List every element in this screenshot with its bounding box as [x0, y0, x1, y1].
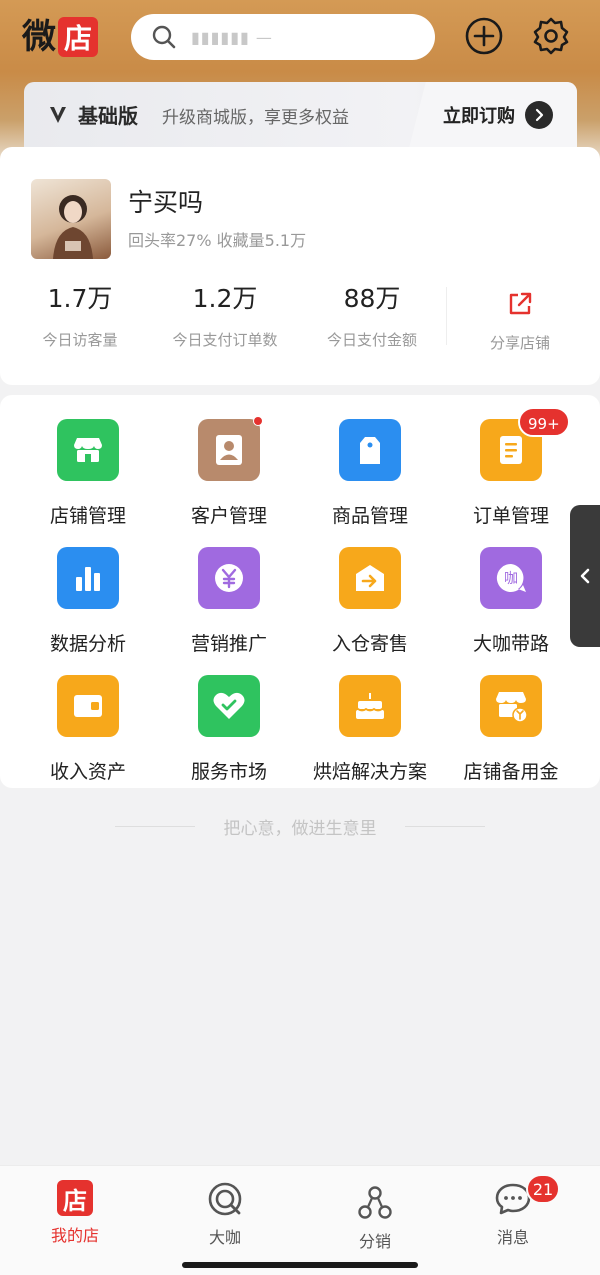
order-doc-icon: 99+: [480, 407, 570, 481]
chevron-left-icon: [580, 568, 590, 584]
grid-item-label: 订单管理: [472, 505, 549, 527]
vip-v-icon: [50, 107, 66, 123]
slogan-divider-right: [405, 826, 485, 827]
grid-item-label: 数据分析: [49, 633, 126, 655]
grid-item-product-management[interactable]: 商品管理: [295, 419, 445, 528]
tab-label: 消息: [496, 1228, 529, 1247]
stat-amount[interactable]: 88万 今日支付金额: [307, 283, 437, 350]
plan-description: 升级商城版，享更多权益: [162, 108, 349, 128]
grid-item-income-assets[interactable]: 收入资产: [13, 675, 163, 784]
stat-orders[interactable]: 1.2万 今日支付订单数: [160, 283, 290, 350]
stat-label: 今日支付金额: [326, 331, 417, 349]
stat-value: 1.7万: [47, 284, 113, 313]
grid-item-label: 服务市场: [190, 761, 267, 783]
grid-item-label: 店铺备用金: [463, 761, 559, 783]
message-count-badge: 21: [526, 1174, 560, 1204]
customer-icon: [198, 416, 263, 481]
slogan: 把心意，做进生意里: [223, 819, 377, 839]
store-stats-subtitle: 回头率27% 收藏量5.1万: [128, 231, 307, 250]
tab-label: 大咖: [208, 1228, 241, 1247]
stat-value: 1.2万: [192, 284, 258, 313]
plan-name: 基础版: [78, 104, 138, 128]
grid-item-store-management[interactable]: 店铺管理: [13, 419, 163, 528]
subscribe-button[interactable]: 立即订购: [409, 82, 577, 148]
heart-check-icon: [198, 675, 260, 737]
yen-coin-icon: [198, 547, 260, 609]
share-icon: [509, 292, 532, 315]
notification-dot: [253, 416, 263, 426]
store-icon: [57, 419, 119, 481]
divider: [446, 287, 447, 345]
store-avatar[interactable]: [31, 179, 111, 259]
home-indicator: [182, 1262, 418, 1268]
store-name: 宁买吗: [128, 188, 204, 217]
grid-item-label: 店铺管理: [49, 505, 126, 527]
grid-item-service-market[interactable]: 服务市场: [154, 675, 304, 784]
my-store-icon: 店: [57, 1180, 93, 1216]
tab-distribution[interactable]: 分销: [330, 1180, 420, 1252]
gear-icon[interactable]: [531, 16, 571, 56]
wallet-icon: [57, 675, 119, 737]
search-icon: [152, 25, 176, 49]
feature-grid-card: 店铺管理 客户管理 商品管理 99+ 订单管理 数据分析 营销推广 入仓寄售 咖…: [0, 395, 600, 788]
grid-item-marketing[interactable]: 营销推广: [154, 547, 304, 656]
bar-chart-icon: [57, 547, 119, 609]
store-summary-card: 宁买吗 回头率27% 收藏量5.1万 1.7万 今日访客量 1.2万 今日支付订…: [0, 147, 600, 385]
logo-text: 微: [22, 17, 56, 57]
tab-daka[interactable]: 大咖: [180, 1180, 270, 1248]
warehouse-in-icon: [339, 547, 401, 609]
grid-item-label: 客户管理: [190, 505, 267, 527]
grid-item-order-management[interactable]: 99+ 订单管理: [436, 407, 586, 528]
search-placeholder: ▮▮▮▮▮▮ —: [191, 27, 273, 47]
share-store-button[interactable]: 分享店铺: [470, 290, 570, 353]
tab-label: 分销: [358, 1232, 391, 1251]
chevron-right-icon: [525, 101, 553, 129]
grid-item-label: 收入资产: [49, 761, 126, 783]
grid-item-daka-guide[interactable]: 咖 大咖带路: [436, 547, 586, 656]
plan-banner: 基础版 升级商城版，享更多权益 立即订购: [24, 82, 577, 148]
bottom-tab-bar: 店 我的店 大咖 分销 消息: [0, 1165, 600, 1275]
share-label: 分享店铺: [489, 334, 550, 352]
stat-visitors[interactable]: 1.7万 今日访客量: [15, 283, 145, 350]
grid-item-baking-solution[interactable]: 烘焙解决方案: [295, 675, 445, 784]
add-icon[interactable]: [464, 16, 504, 56]
logo-badge: 店: [58, 17, 98, 57]
grid-item-customer-management[interactable]: 客户管理: [154, 416, 304, 528]
product-tag-icon: [339, 419, 401, 481]
grid-item-data-analysis[interactable]: 数据分析: [13, 547, 163, 656]
order-count-badge: 99+: [518, 407, 570, 437]
svg-text:咖: 咖: [504, 571, 518, 587]
grid-item-label: 入仓寄售: [331, 633, 408, 655]
stat-label: 今日支付订单数: [172, 331, 278, 349]
stat-value: 88万: [343, 284, 401, 313]
store-yen-icon: [480, 675, 542, 737]
grid-item-label: 大咖带路: [472, 633, 549, 655]
stat-label: 今日访客量: [42, 331, 118, 349]
grid-item-label: 营销推广: [190, 633, 267, 655]
tab-label: 我的店: [50, 1226, 99, 1245]
search-input[interactable]: ▮▮▮▮▮▮ —: [131, 14, 435, 60]
weidian-logo: 微 店: [22, 16, 98, 58]
grid-item-store-reserve[interactable]: 店铺备用金: [436, 675, 586, 784]
distribution-icon: [358, 1186, 392, 1219]
daka-bubble-icon: 咖: [480, 547, 542, 609]
grid-item-label: 商品管理: [331, 505, 408, 527]
side-drawer-handle[interactable]: [570, 505, 600, 647]
cake-icon: [339, 675, 401, 737]
daka-icon: [208, 1182, 242, 1216]
subscribe-label: 立即订购: [443, 106, 515, 127]
grid-item-label: 烘焙解决方案: [312, 761, 427, 783]
grid-item-warehouse-consignment[interactable]: 入仓寄售: [295, 547, 445, 656]
tab-my-store[interactable]: 店 我的店: [30, 1180, 120, 1246]
